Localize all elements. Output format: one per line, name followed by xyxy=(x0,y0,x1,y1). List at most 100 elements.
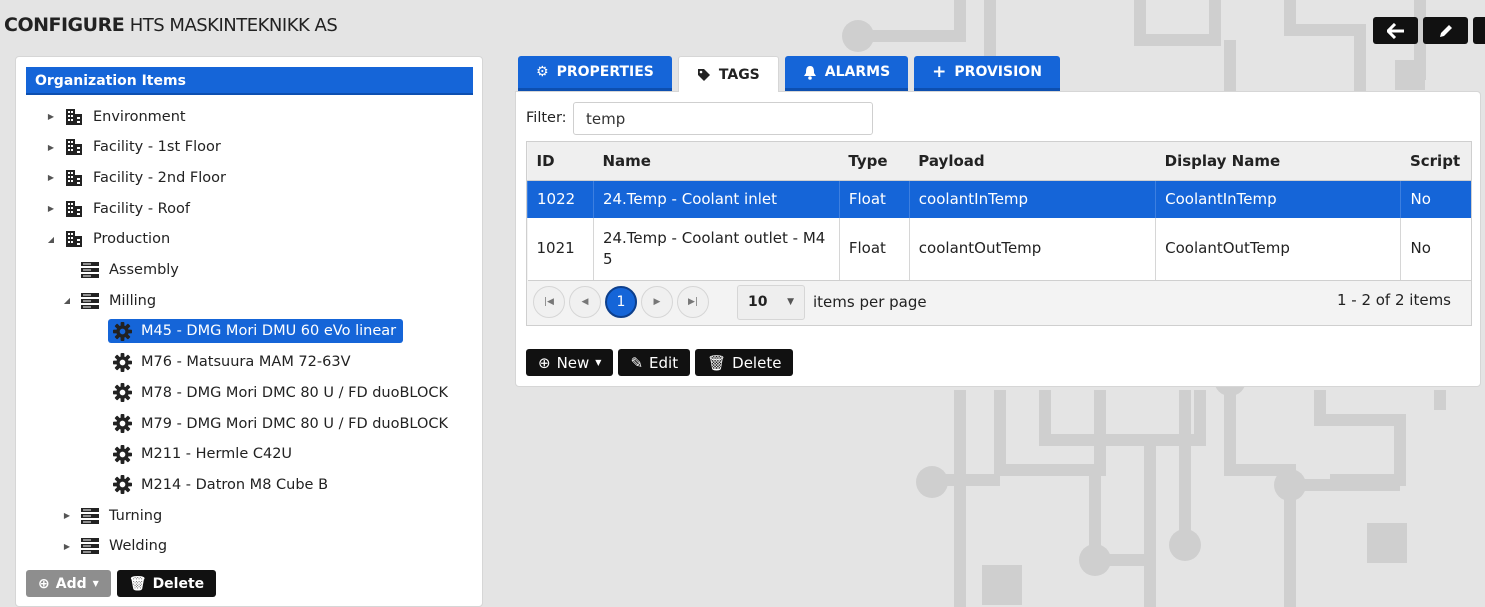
caret-right-icon[interactable]: ▶ xyxy=(46,204,56,213)
tree-item-label: M45 - DMG Mori DMU 60 eVo linear xyxy=(141,323,397,340)
tree-item[interactable]: M78 - DMG Mori DMC 80 U / FD duoBLOCK xyxy=(112,379,448,406)
server-icon xyxy=(80,291,100,311)
column-header-display-name[interactable]: Display Name xyxy=(1155,142,1401,181)
column-header-name[interactable]: Name xyxy=(593,142,840,181)
caret-down-icon: ▼ xyxy=(787,297,794,307)
tree-item-content: M45 - DMG Mori DMU 60 eVo linear xyxy=(108,319,404,344)
tab-tags[interactable]: TAGS xyxy=(677,56,779,92)
tree-item[interactable]: ▶ Facility - 1st Floor xyxy=(46,134,221,161)
tree-item-content: Facility - 2nd Floor xyxy=(64,168,226,188)
more-button[interactable] xyxy=(1473,17,1485,44)
tree-item-label: M76 - Matsuura MAM 72-63V xyxy=(141,354,351,371)
plus-circle-icon: ⊕ xyxy=(38,575,50,592)
cell-payload: coolantOutTemp xyxy=(908,218,1156,281)
filter-input[interactable] xyxy=(573,102,873,135)
cell-id: 1022 xyxy=(527,180,594,218)
delete-item-button[interactable]: 🗑 Delete xyxy=(116,570,217,597)
caret-right-icon[interactable]: ▶ xyxy=(46,173,56,182)
back-button[interactable] xyxy=(1373,17,1418,44)
trash-icon: 🗑 xyxy=(707,353,727,372)
tree-item[interactable]: M45 - DMG Mori DMU 60 eVo linear xyxy=(108,318,404,345)
tab-label: PROPERTIES xyxy=(556,64,654,80)
tags-panel: Filter: ID Name Type Payload Display Nam… xyxy=(515,91,1481,387)
page-size-select[interactable]: 10 ▼ xyxy=(737,284,805,320)
caret-down-icon[interactable]: ◢ xyxy=(62,296,72,305)
cell-display-name: CoolantInTemp xyxy=(1155,180,1401,218)
table-row[interactable]: 1021 24.Temp - Coolant outlet - M45 Floa… xyxy=(527,218,1471,281)
caret-right-icon[interactable]: ▶ xyxy=(46,112,56,121)
cell-type: Float xyxy=(838,180,910,218)
table-row[interactable]: 1022 24.Temp - Coolant inlet Float coola… xyxy=(527,180,1471,218)
tree-item[interactable]: ▶ Facility - 2nd Floor xyxy=(46,164,226,191)
page-title-strong: CONFIGURE xyxy=(4,14,125,36)
tree-item-content: Facility - Roof xyxy=(64,199,190,219)
tree-item[interactable]: ▶ Welding xyxy=(62,533,167,560)
cell-script: No xyxy=(1400,218,1471,281)
tree-item[interactable]: Assembly xyxy=(80,257,179,284)
page-size-value: 10 xyxy=(748,294,768,310)
cell-payload: coolantInTemp xyxy=(908,180,1156,218)
caret-right-icon[interactable]: ▶ xyxy=(46,143,56,152)
tab-label: ALARMS xyxy=(824,64,891,80)
building-icon xyxy=(64,168,84,188)
tree-item[interactable]: M76 - Matsuura MAM 72-63V xyxy=(112,349,351,376)
caret-down-icon[interactable]: ◢ xyxy=(46,235,56,244)
panel-title: Organization Items xyxy=(26,67,473,95)
tree-item[interactable]: ▶ Environment xyxy=(46,103,186,130)
column-header-payload[interactable]: Payload xyxy=(909,142,1156,181)
tab-alarms[interactable]: ALARMS xyxy=(784,56,909,91)
first-page-button[interactable]: |◀ xyxy=(533,286,565,318)
last-page-button[interactable]: ▶| xyxy=(677,286,709,318)
delete-label: Delete xyxy=(152,575,205,592)
caret-right-icon[interactable]: ▶ xyxy=(62,542,72,551)
tree-item[interactable]: ▶ Facility - Roof xyxy=(46,195,190,222)
plus-icon: + xyxy=(932,62,947,82)
caret-right-icon[interactable]: ▶ xyxy=(62,511,72,520)
add-label: Add xyxy=(55,575,87,592)
tree-item-content: M76 - Matsuura MAM 72-63V xyxy=(112,352,351,372)
previous-page-button[interactable]: ◀ xyxy=(569,286,601,318)
edit-tag-button[interactable]: ✎ Edit xyxy=(618,349,691,376)
delete-tag-button[interactable]: 🗑 Delete xyxy=(695,349,794,376)
detail-tabs: ⚙ PROPERTIES TAGS ALARMS + PROVISION xyxy=(518,56,1060,92)
tree-item[interactable]: ▶ Turning xyxy=(62,502,162,529)
server-icon xyxy=(80,260,100,280)
tree-item-label: Milling xyxy=(109,292,157,309)
column-header-script[interactable]: Script xyxy=(1400,142,1471,181)
trash-icon: 🗑 xyxy=(128,575,147,592)
building-icon xyxy=(64,199,84,219)
edit-organization-button[interactable] xyxy=(1423,17,1468,44)
tree-item-label: Environment xyxy=(93,108,186,125)
tag-actions: ⊕ New ▼ ✎ Edit 🗑 Delete xyxy=(526,349,794,376)
new-tag-button[interactable]: ⊕ New ▼ xyxy=(526,349,614,376)
tree-item[interactable]: ◢ Production xyxy=(46,226,170,253)
tree-item-content: Welding xyxy=(80,536,167,556)
cell-type: Float xyxy=(838,218,910,281)
cell-display-name: CoolantOutTemp xyxy=(1155,218,1401,281)
pager-info: 1 - 2 of 2 items xyxy=(1336,291,1451,309)
tab-provision[interactable]: + PROVISION xyxy=(914,56,1060,91)
tag-icon xyxy=(697,68,710,81)
column-header-type[interactable]: Type xyxy=(839,142,910,181)
arrow-left-icon xyxy=(1386,22,1404,39)
tree-item[interactable]: ◢ Milling xyxy=(62,287,156,314)
gear-icon xyxy=(112,444,132,464)
page-number-button[interactable]: 1 xyxy=(605,286,637,318)
gear-icon: ⚙ xyxy=(536,64,549,80)
page-title: CONFIGURE HTS MASKINTEKNIKK AS xyxy=(4,14,338,36)
column-header-id[interactable]: ID xyxy=(527,142,594,181)
tab-properties[interactable]: ⚙ PROPERTIES xyxy=(518,56,672,91)
tree-item-content: Environment xyxy=(64,107,186,127)
next-page-button[interactable]: ▶ xyxy=(641,286,673,318)
add-item-button[interactable]: ⊕ Add ▼ xyxy=(26,570,111,597)
tree-item-label: Facility - Roof xyxy=(93,200,190,217)
tree-item-content: M214 - Datron M8 Cube B xyxy=(112,475,328,495)
tree-item[interactable]: M79 - DMG Mori DMC 80 U / FD duoBLOCK xyxy=(112,410,448,437)
tags-grid: ID Name Type Payload Display Name Script… xyxy=(526,141,1472,326)
tree-item-content: M78 - DMG Mori DMC 80 U / FD duoBLOCK xyxy=(112,383,448,403)
tree-item-label: M79 - DMG Mori DMC 80 U / FD duoBLOCK xyxy=(141,415,449,432)
pencil-icon xyxy=(1439,24,1452,37)
tree-item[interactable]: M211 - Hermle C42U xyxy=(112,441,292,468)
top-toolbar xyxy=(1373,17,1485,44)
tree-item[interactable]: M214 - Datron M8 Cube B xyxy=(112,471,328,498)
